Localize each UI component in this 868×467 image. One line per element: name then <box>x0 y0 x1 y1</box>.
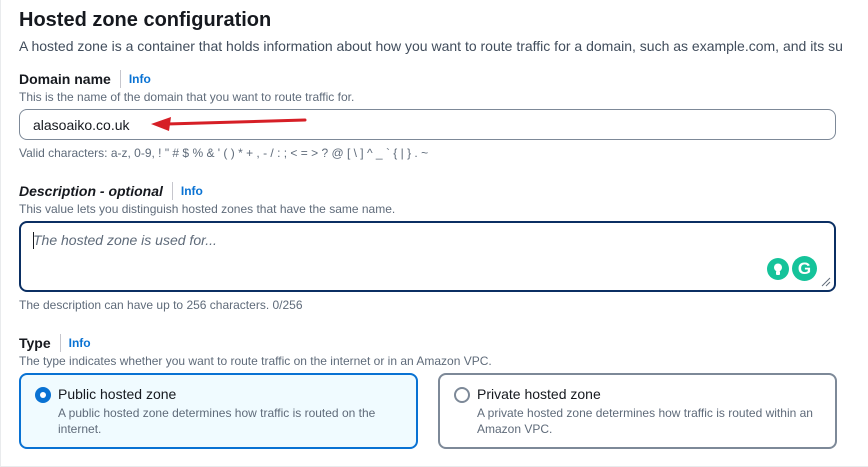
description-constraint: The description can have up to 256 chara… <box>19 298 303 312</box>
resize-handle-icon[interactable] <box>821 277 831 287</box>
section-title: Hosted zone configuration <box>19 9 272 31</box>
description-textarea[interactable]: The hosted zone is used for... <box>19 221 836 292</box>
label-divider <box>171 182 173 200</box>
text-caret <box>33 232 34 249</box>
description-label: Description - optional <box>19 183 163 199</box>
radio-unchecked-icon[interactable] <box>454 387 470 403</box>
radio-checked-icon[interactable] <box>35 387 51 403</box>
domain-name-label-row: Domain name Info <box>19 70 151 88</box>
type-label-row: Type Info <box>19 334 91 352</box>
type-label: Type <box>19 335 51 351</box>
grammarly-logo-icon[interactable]: G <box>792 256 817 281</box>
private-hosted-zone-tile[interactable]: Private hosted zone A private hosted zon… <box>438 373 837 449</box>
domain-name-label: Domain name <box>19 71 111 87</box>
grammarly-suggestion-icon[interactable] <box>767 258 789 280</box>
description-hint: This value lets you distinguish hosted z… <box>19 202 396 216</box>
label-divider <box>59 334 61 352</box>
annotation-arrow-icon <box>151 117 307 131</box>
description-info-link[interactable]: Info <box>181 184 203 198</box>
domain-name-constraint: Valid characters: a-z, 0-9, ! " # $ % & … <box>19 146 429 160</box>
domain-name-value: alasoaiko.co.uk <box>33 116 130 133</box>
domain-name-description: This is the name of the domain that you … <box>19 90 355 104</box>
public-hosted-zone-title: Public hosted zone <box>58 386 177 402</box>
private-hosted-zone-title: Private hosted zone <box>477 386 601 402</box>
type-info-link[interactable]: Info <box>69 336 91 350</box>
section-description: A hosted zone is a container that holds … <box>19 38 843 54</box>
hosted-zone-configuration-panel: Hosted zone configuration A hosted zone … <box>0 0 868 467</box>
domain-name-input[interactable]: alasoaiko.co.uk <box>19 109 836 140</box>
description-label-row: Description - optional Info <box>19 182 203 200</box>
description-placeholder: The hosted zone is used for... <box>33 232 217 248</box>
private-hosted-zone-description: A private hosted zone determines how tra… <box>477 406 813 436</box>
public-hosted-zone-tile[interactable]: Public hosted zone A public hosted zone … <box>19 373 418 449</box>
type-description: The type indicates whether you want to r… <box>19 354 492 368</box>
domain-name-info-link[interactable]: Info <box>129 72 151 86</box>
label-divider <box>119 70 121 88</box>
public-hosted-zone-description: A public hosted zone determines how traf… <box>58 406 376 436</box>
